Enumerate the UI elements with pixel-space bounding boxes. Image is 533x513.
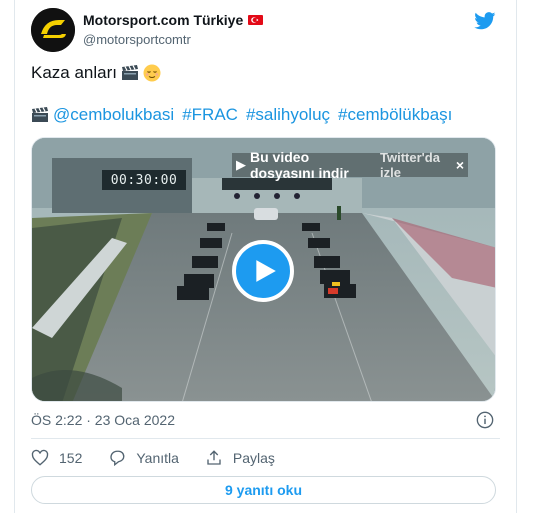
hashtag-link[interactable]: #salihyoluç <box>246 104 330 126</box>
download-plus-icon: ▶ <box>236 157 246 172</box>
reply-label: Yanıtla <box>136 450 179 466</box>
play-icon <box>256 260 276 282</box>
hashtag-link[interactable]: #FRAC <box>182 104 238 126</box>
close-overlay-icon[interactable]: × <box>456 157 464 173</box>
tweet-line-1: Kaza anları <box>31 62 500 84</box>
race-timer: 00:30:00 <box>102 170 186 190</box>
download-video-link[interactable]: Bu video dosyasını indir <box>250 149 376 181</box>
avatar[interactable] <box>31 8 75 52</box>
share-label: Paylaş <box>232 450 275 466</box>
download-video-overlay[interactable]: ▶ Bu video dosyasını indir Twitter'da iz… <box>232 149 468 181</box>
relieved-face-icon <box>143 64 161 82</box>
clapperboard-icon <box>122 65 138 80</box>
reply-icon <box>110 450 125 467</box>
display-name-row[interactable]: Motorsport.com Türkiye <box>83 12 264 28</box>
play-button[interactable] <box>232 240 294 302</box>
reply-button[interactable]: Yanıtla <box>108 449 179 467</box>
action-bar: 152 Yanıtla Paylaş <box>31 446 275 470</box>
heart-icon <box>31 449 49 466</box>
info-icon[interactable] <box>476 411 494 429</box>
turkey-flag-icon <box>248 15 264 25</box>
account-handle[interactable]: @motorsportcomtr <box>83 32 263 47</box>
tweet-caption: Kaza anları <box>31 63 117 82</box>
clapperboard-icon <box>32 107 48 122</box>
tweet-header: Motorsport.com Türkiye @motorsportcomtr <box>31 8 500 56</box>
motorsport-logo-icon <box>31 8 75 52</box>
read-replies-button[interactable]: 9 yanıtı oku <box>31 476 496 504</box>
tweet-timestamp[interactable]: ÖS 2:22 · 23 Oca 2022 <box>31 412 175 428</box>
hashtag-link[interactable]: #cembölükbaşı <box>338 104 452 126</box>
display-name[interactable]: Motorsport.com Türkiye <box>83 12 243 28</box>
like-count: 152 <box>59 450 83 466</box>
hashtag-link[interactable]: @cembolukbasi <box>53 104 174 126</box>
video-player[interactable]: 00:30:00 ▶ Bu video dosyasını indir Twit… <box>31 137 496 402</box>
tweet-card: Motorsport.com Türkiye @motorsportcomtr … <box>14 0 517 513</box>
account-names: Motorsport.com Türkiye @motorsportcomtr <box>83 12 264 47</box>
tweet-text: Kaza anları @cembolukbasi #FRAC #salihyo… <box>31 62 500 126</box>
share-button[interactable]: Paylaş <box>205 449 275 467</box>
share-icon <box>207 450 221 465</box>
twitter-bird-icon[interactable] <box>474 12 496 30</box>
timestamp-row: ÖS 2:22 · 23 Oca 2022 <box>31 410 500 430</box>
divider <box>31 438 500 439</box>
watch-on-twitter-link[interactable]: Twitter'da izle <box>380 150 446 180</box>
tweet-line-hashtags: @cembolukbasi #FRAC #salihyoluç #cembölükba… <box>31 104 500 126</box>
like-button[interactable]: 152 <box>31 449 82 467</box>
